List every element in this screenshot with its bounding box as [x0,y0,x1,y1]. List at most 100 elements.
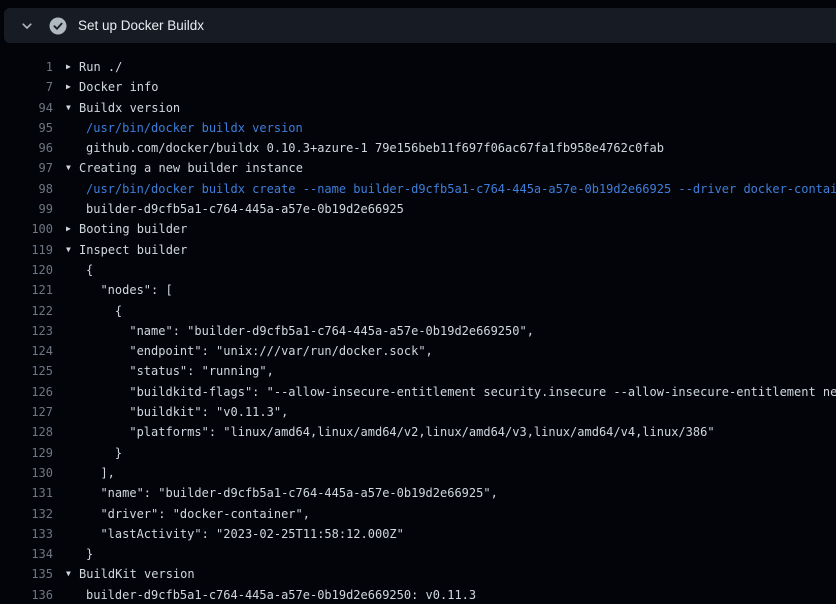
log-line-content: ▶Docker info [66,77,836,97]
line-number[interactable]: 126 [0,382,53,402]
chevron-down-icon[interactable] [19,18,35,34]
line-number[interactable]: 135 [0,564,53,584]
log-line: 134} [0,544,836,564]
line-number[interactable]: 94 [0,98,53,118]
log-line[interactable]: 7 ▶Docker info [0,77,836,97]
log-line-content: "name": "builder-d9cfb5a1-c764-445a-a57e… [66,483,836,503]
log-text: Creating a new builder instance [79,158,303,178]
log-text: "lastActivity": "2023-02-25T11:58:12.000… [86,524,404,544]
log-container: 1▶Run ./7▶Docker info94▼Buildx version95… [0,43,836,604]
log-text: { [86,301,122,321]
line-number[interactable]: 129 [0,443,53,463]
log-line: 131 "name": "builder-d9cfb5a1-c764-445a-… [0,483,836,503]
log-text: "driver": "docker-container", [86,504,310,524]
log-text: "platforms": "linux/amd64,linux/amd64/v2… [86,422,715,442]
log-line-content: "status": "running", [66,361,836,381]
log-line: 127 "buildkit": "v0.11.3", [0,402,836,422]
log-line-content: /usr/bin/docker buildx create --name bui… [66,179,836,199]
log-line-content: } [66,443,836,463]
log-line: 96 github.com/docker/buildx 0.10.3+azure-… [0,138,836,158]
log-line-content: "platforms": "linux/amd64,linux/amd64/v2… [66,422,836,442]
log-text: ], [86,463,115,483]
log-line-content: /usr/bin/docker buildx version [66,118,836,138]
log-text: "endpoint": "unix:///var/run/docker.sock… [86,341,433,361]
log-line: 128 "platforms": "linux/amd64,linux/amd6… [0,422,836,442]
line-number[interactable]: 125 [0,361,53,381]
log-line-content: "buildkitd-flags": "--allow-insecure-ent… [66,382,836,402]
line-number[interactable]: 121 [0,280,53,300]
triangle-right-icon[interactable]: ▶ [66,219,79,239]
log-line-content: ▼Creating a new builder instance [66,158,836,178]
log-line: 122 { [0,301,836,321]
log-text: /usr/bin/docker buildx version [86,118,303,138]
log-text: "name": "builder-d9cfb5a1-c764-445a-a57e… [86,321,534,341]
log-line: 95/usr/bin/docker buildx version [0,118,836,138]
line-number[interactable]: 96 [0,138,53,158]
log-text: Run ./ [79,57,122,77]
line-number[interactable]: 95 [0,118,53,138]
log-line-content: ▶Run ./ [66,57,836,77]
actions-log-viewer: Set up Docker Buildx 1▶Run ./7▶Docker in… [0,8,836,604]
log-line-content: github.com/docker/buildx 0.10.3+azure-1 … [66,138,836,158]
triangle-down-icon[interactable]: ▼ [66,158,79,178]
triangle-down-icon[interactable]: ▼ [66,240,79,260]
line-number[interactable]: 120 [0,260,53,280]
line-number[interactable]: 127 [0,402,53,422]
line-number[interactable]: 132 [0,504,53,524]
line-number[interactable]: 133 [0,524,53,544]
log-line: 130 ], [0,463,836,483]
log-text: { [86,260,93,280]
line-number[interactable]: 130 [0,463,53,483]
log-line-content: ▼Buildx version [66,98,836,118]
triangle-right-icon[interactable]: ▶ [66,77,79,97]
line-number[interactable]: 98 [0,179,53,199]
line-number[interactable]: 122 [0,301,53,321]
log-line[interactable]: 135 ▼BuildKit version [0,564,836,584]
step-title: Set up Docker Buildx [78,18,204,33]
log-text: /usr/bin/docker buildx create --name bui… [86,179,836,199]
log-line: 121 "nodes": [ [0,280,836,300]
log-line-content: "lastActivity": "2023-02-25T11:58:12.000… [66,524,836,544]
line-number[interactable]: 99 [0,199,53,219]
line-number[interactable]: 131 [0,483,53,503]
log-line[interactable]: 94 ▼Buildx version [0,98,836,118]
log-line: 124 "endpoint": "unix:///var/run/docker.… [0,341,836,361]
log-line[interactable]: 119 ▼Inspect builder [0,240,836,260]
log-text: Buildx version [79,98,180,118]
line-number[interactable]: 1 [0,57,53,77]
log-line: 120 { [0,260,836,280]
log-line-content: { [66,301,836,321]
line-number[interactable]: 119 [0,240,53,260]
line-number[interactable]: 136 [0,585,53,604]
status-check-icon [49,17,67,35]
triangle-right-icon[interactable]: ▶ [66,57,79,77]
triangle-down-icon[interactable]: ▼ [66,564,79,584]
log-line-content: { [66,260,836,280]
triangle-down-icon[interactable]: ▼ [66,98,79,118]
log-text: Inspect builder [79,240,187,260]
line-number[interactable]: 7 [0,77,53,97]
line-number[interactable]: 134 [0,544,53,564]
log-line: 98/usr/bin/docker buildx create --name b… [0,179,836,199]
line-number[interactable]: 128 [0,422,53,442]
log-line: 126 "buildkitd-flags": "--allow-insecure… [0,382,836,402]
line-number[interactable]: 124 [0,341,53,361]
log-text: builder-d9cfb5a1-c764-445a-a57e-0b19d2e6… [86,199,404,219]
log-text: Booting builder [79,219,187,239]
log-line[interactable]: 97 ▼Creating a new builder instance [0,158,836,178]
log-line: 99 builder-d9cfb5a1-c764-445a-a57e-0b19d2… [0,199,836,219]
log-text: builder-d9cfb5a1-c764-445a-a57e-0b19d2e6… [86,585,476,604]
line-number[interactable]: 123 [0,321,53,341]
log-text: } [86,544,93,564]
line-number[interactable]: 100 [0,219,53,239]
log-line: 133 "lastActivity": "2023-02-25T11:58:12… [0,524,836,544]
line-number[interactable]: 97 [0,158,53,178]
log-text: github.com/docker/buildx 0.10.3+azure-1 … [86,138,664,158]
log-line[interactable]: 1 ▶Run ./ [0,57,836,77]
step-header[interactable]: Set up Docker Buildx [4,8,836,43]
log-line-content: } [66,544,836,564]
log-line-content: "name": "builder-d9cfb5a1-c764-445a-a57e… [66,321,836,341]
log-line[interactable]: 100 ▶Booting builder [0,219,836,239]
log-text: "buildkitd-flags": "--allow-insecure-ent… [86,382,836,402]
log-line-content: ▼BuildKit version [66,564,836,584]
